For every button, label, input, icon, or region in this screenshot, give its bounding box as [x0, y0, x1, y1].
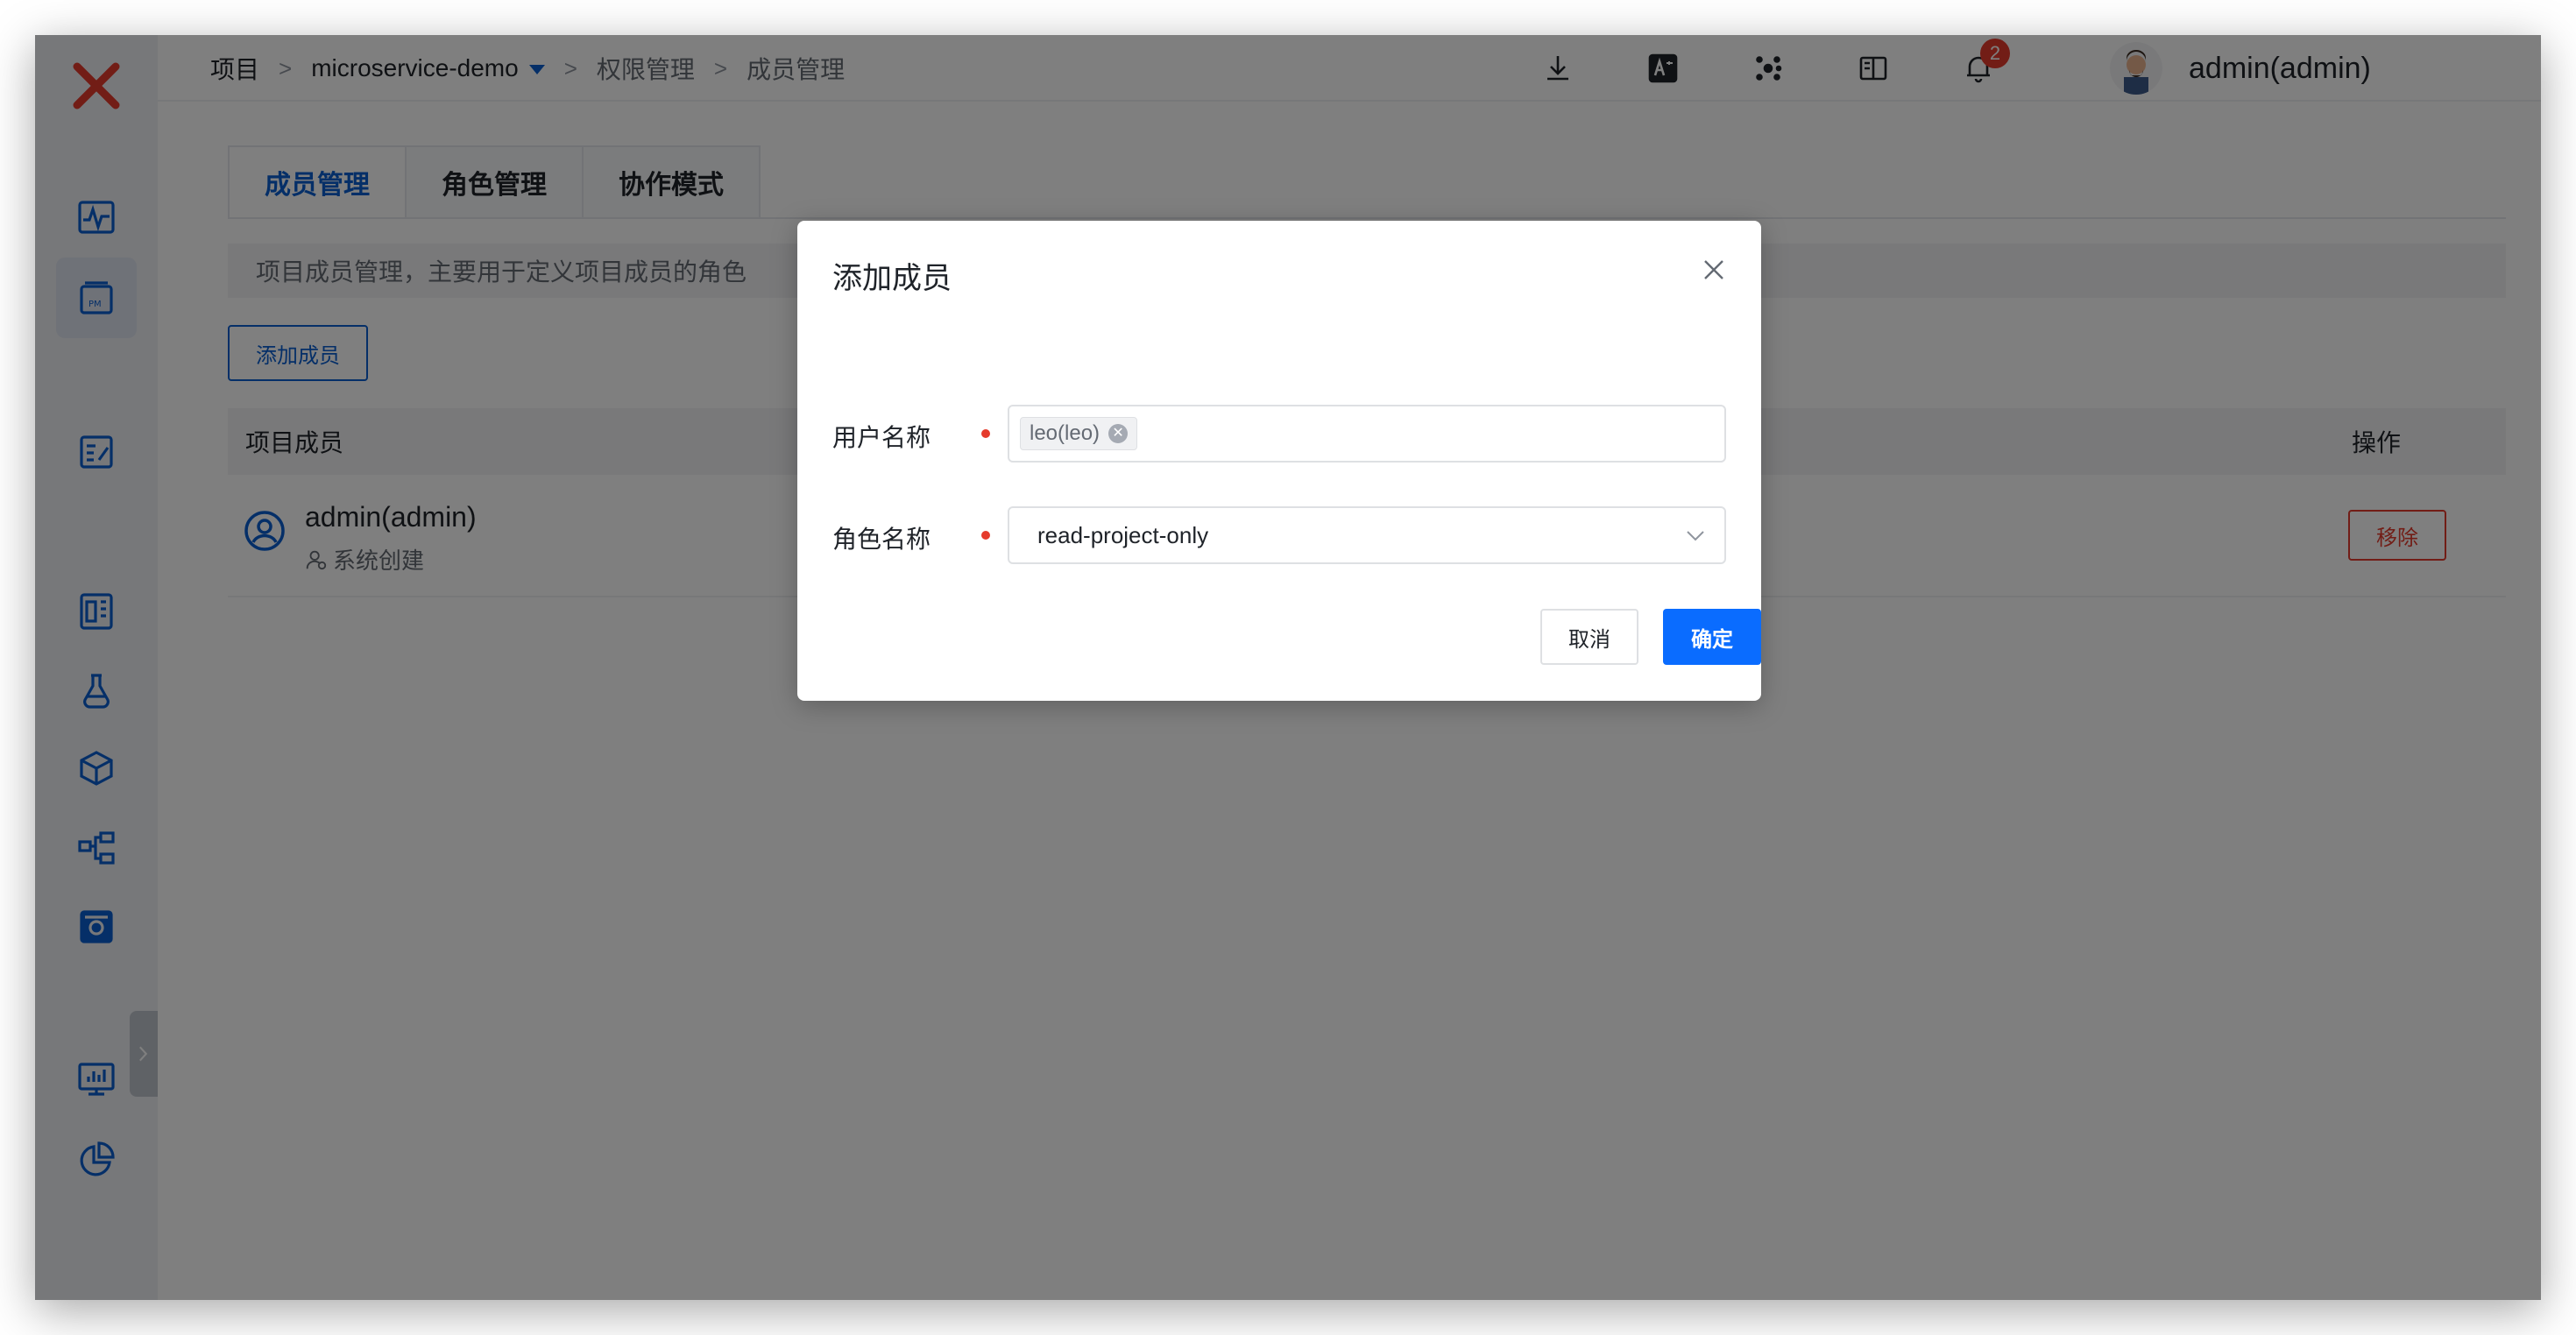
- username-input[interactable]: leo(leo) ✕: [1008, 405, 1726, 463]
- cancel-button[interactable]: 取消: [1540, 609, 1638, 665]
- add-member-dialog: 添加成员 用户名称 leo(leo) ✕ 角色名称 read-project-o…: [797, 221, 1761, 701]
- required-indicator: [981, 531, 990, 540]
- close-icon[interactable]: [1702, 258, 1726, 282]
- selected-user-tag-label: leo(leo): [1030, 421, 1100, 445]
- role-label: 角色名称: [832, 526, 931, 553]
- confirm-button[interactable]: 确定: [1663, 609, 1761, 665]
- chevron-down-icon: [1687, 531, 1704, 541]
- required-indicator: [981, 429, 990, 438]
- tag-remove-icon[interactable]: ✕: [1108, 424, 1129, 443]
- dialog-title: 添加成员: [832, 262, 952, 295]
- username-label: 用户名称: [832, 424, 931, 451]
- selected-user-tag: leo(leo) ✕: [1020, 417, 1138, 450]
- role-select-value: read-project-only: [1037, 521, 1209, 548]
- role-select[interactable]: read-project-only: [1008, 506, 1726, 564]
- app-window: PM 项目 > m: [35, 35, 2541, 1300]
